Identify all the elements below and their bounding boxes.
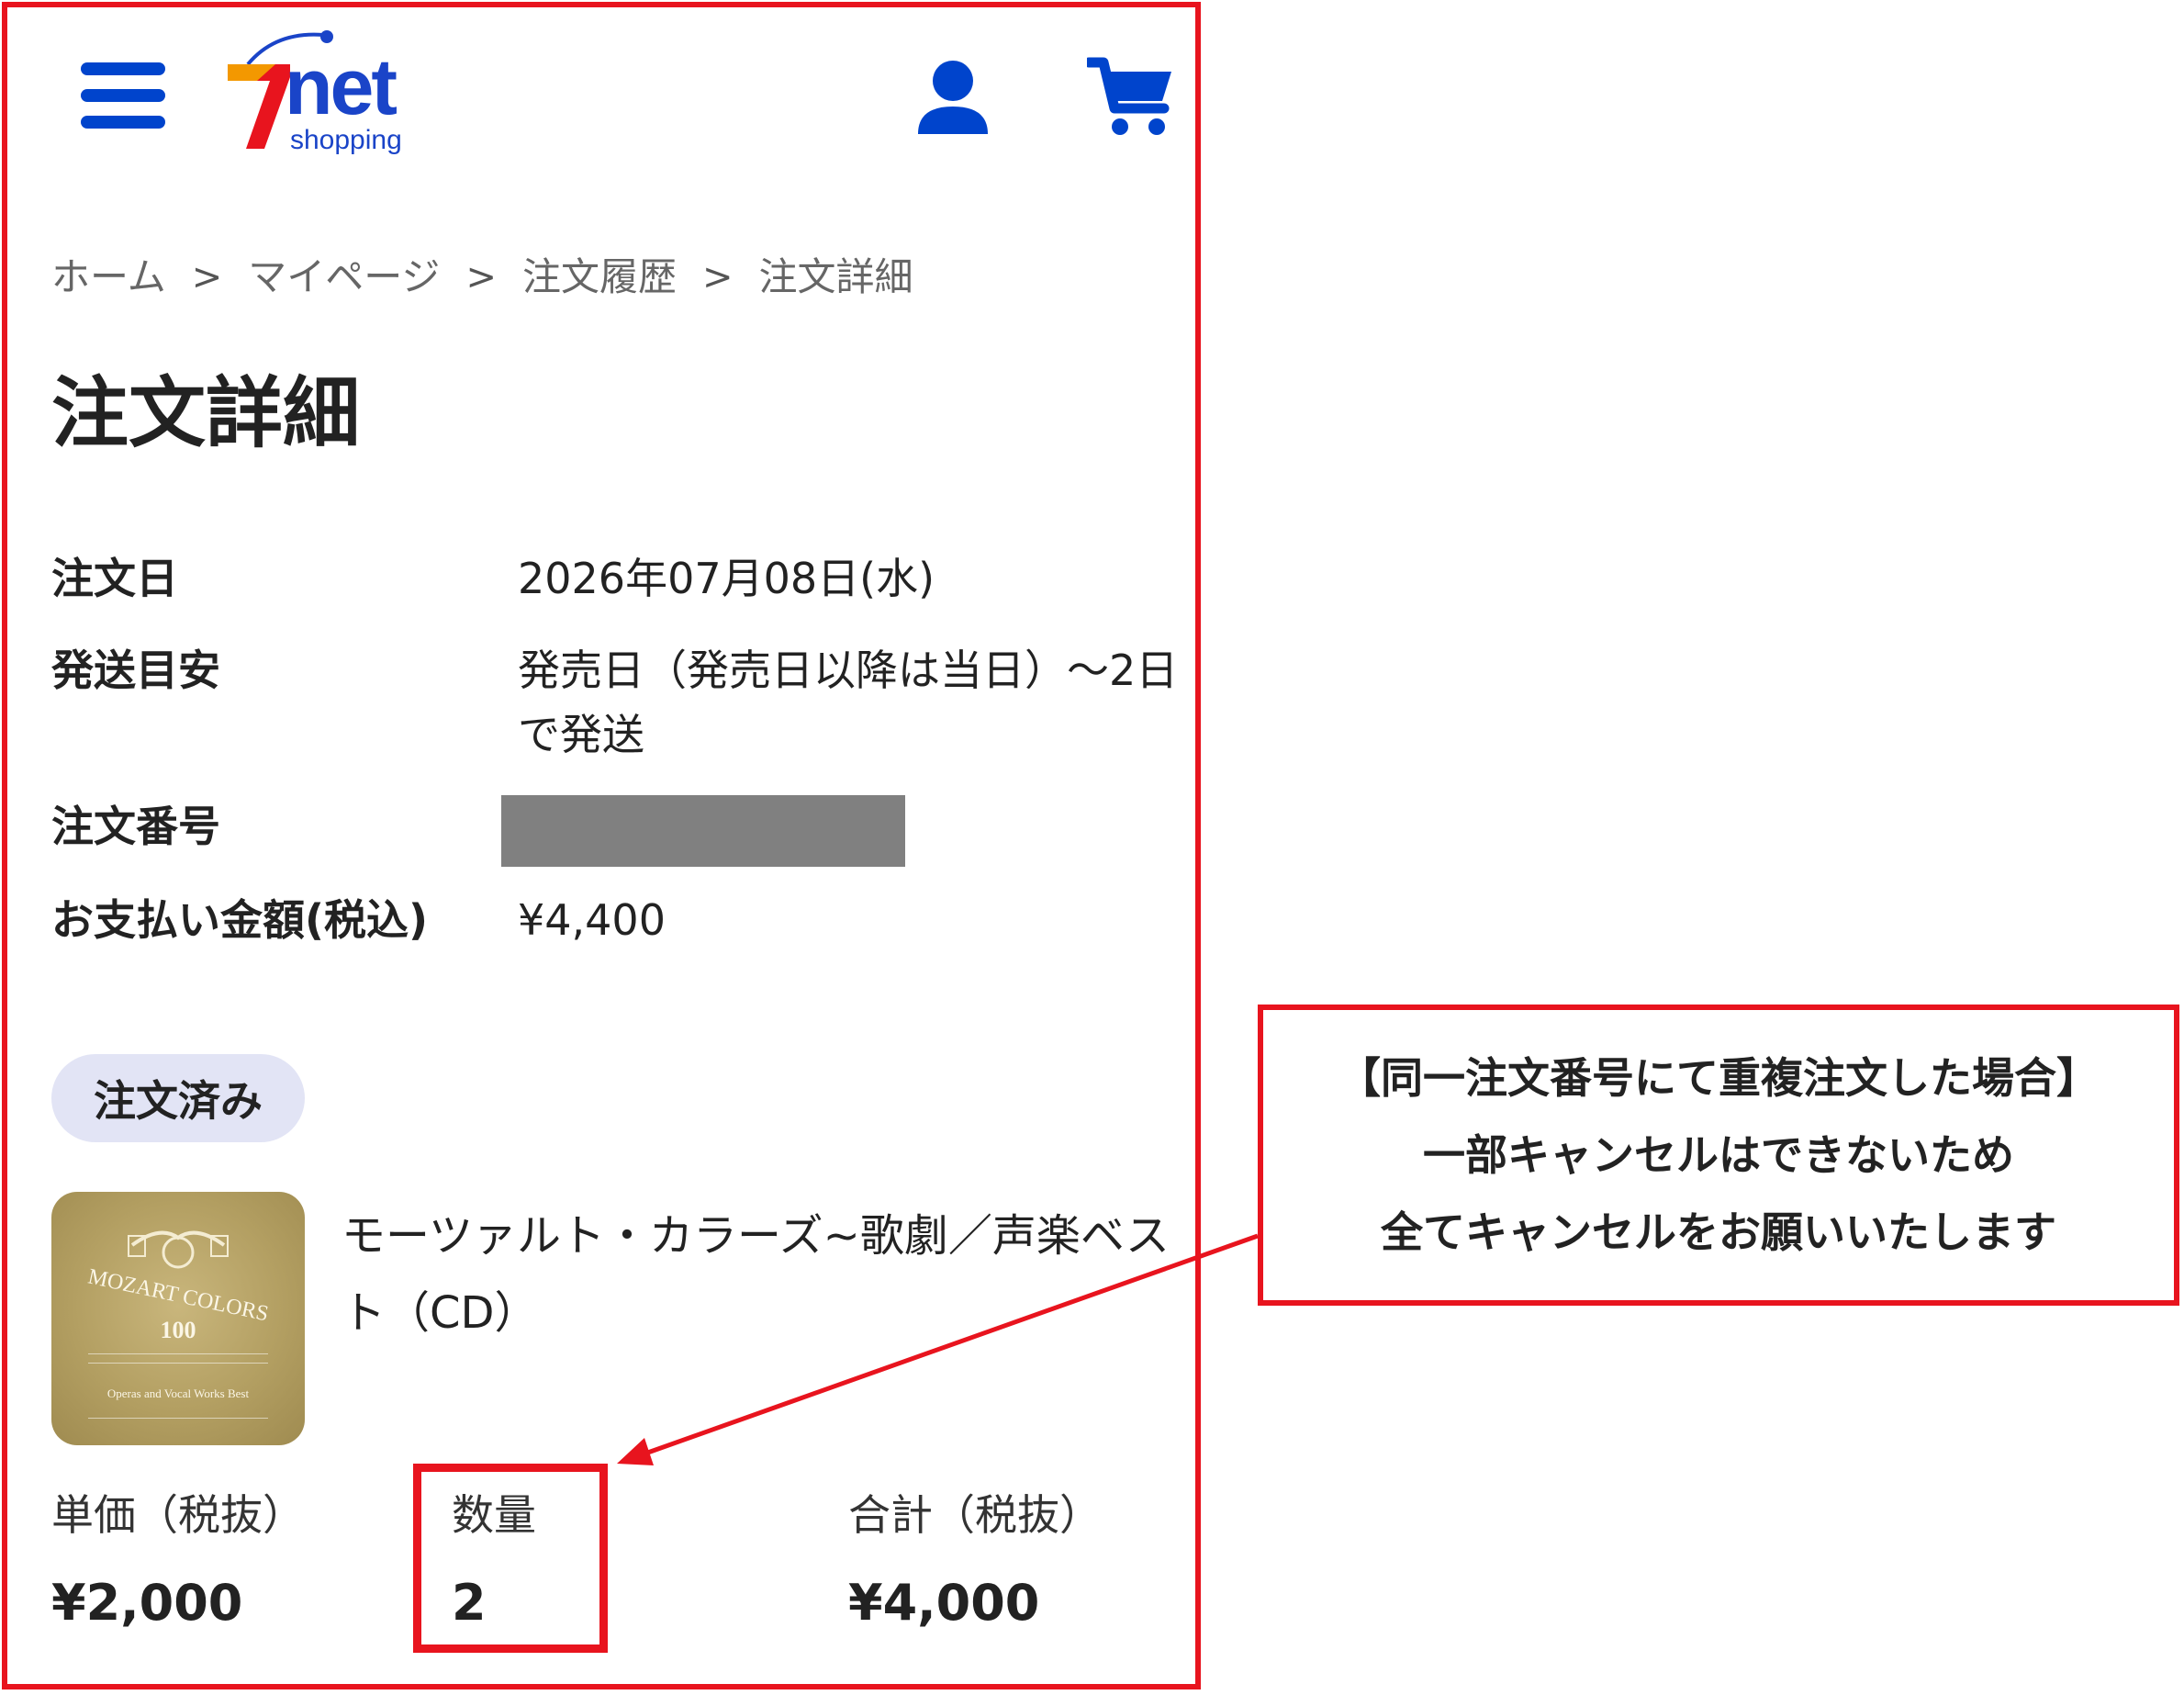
annotation-line: 全てキャンセルをお願いいたします (1381, 1207, 2056, 1257)
order-date-label: 注文日 (51, 554, 178, 603)
annotation-line: 一部キャンセルはできないため (1423, 1130, 2014, 1180)
breadcrumb-mypage[interactable]: マイページ (248, 253, 440, 301)
quantity-highlight-box (413, 1464, 608, 1653)
cover-number: 100 (160, 1317, 196, 1343)
breadcrumb-order-history[interactable]: 注文履歴 (522, 253, 677, 301)
breadcrumb-order-detail: 注文詳細 (758, 254, 913, 299)
user-icon[interactable] (914, 59, 991, 136)
order-date-value: 2026年07月08日(水) (518, 554, 935, 603)
total-label: 合計（税抜） (848, 1490, 1102, 1540)
annotation-callout: 【同一注文番号にて重複注文した場合】 一部キャンセルはできないため 全てキャンセ… (1258, 1005, 2179, 1306)
breadcrumb-separator: > (701, 256, 734, 298)
order-number-label: 注文番号 (51, 802, 220, 851)
phone-screen-frame: net shopping ホーム > マイページ > 注文履歴 > 注文詳細 注… (2, 2, 1201, 1689)
page-title: 注文詳細 (51, 368, 361, 458)
cart-icon[interactable] (1083, 55, 1175, 138)
status-badge: 注文済み (51, 1054, 305, 1142)
payment-amount-label: お支払い金額(税込) (51, 895, 429, 945)
unit-price-value: ¥2,000 (51, 1574, 243, 1632)
breadcrumb-home[interactable]: ホーム (51, 253, 166, 301)
logo-subtext: shopping (290, 125, 402, 155)
shipping-estimate-label: 発送目安 (51, 645, 220, 695)
breadcrumb-separator: > (191, 256, 223, 298)
total-value: ¥4,000 (848, 1574, 1040, 1632)
annotation-line: 【同一注文番号にて重複注文した場合】 (1338, 1053, 2099, 1103)
product-image[interactable]: MOZART COLORS 100 Operas and Vocal Works… (51, 1192, 305, 1445)
logo-text: net (285, 43, 398, 131)
product-title-link[interactable]: モーツァルト・カラーズ~歌劇／声楽ベスト（CD） (342, 1197, 1195, 1352)
site-logo[interactable]: net shopping (220, 24, 415, 162)
order-number-redacted (501, 795, 905, 867)
shipping-estimate-value: 発売日（発売日以降は当日）〜2日で発送 (518, 645, 1179, 759)
breadcrumb: ホーム > マイページ > 注文履歴 > 注文詳細 (51, 253, 913, 301)
hamburger-menu-icon[interactable] (81, 62, 165, 129)
unit-price-label: 単価（税抜） (51, 1490, 305, 1540)
cover-subtitle: Operas and Vocal Works Best (106, 1386, 250, 1400)
breadcrumb-separator: > (465, 256, 497, 298)
payment-amount-value: ¥4,400 (518, 895, 666, 945)
